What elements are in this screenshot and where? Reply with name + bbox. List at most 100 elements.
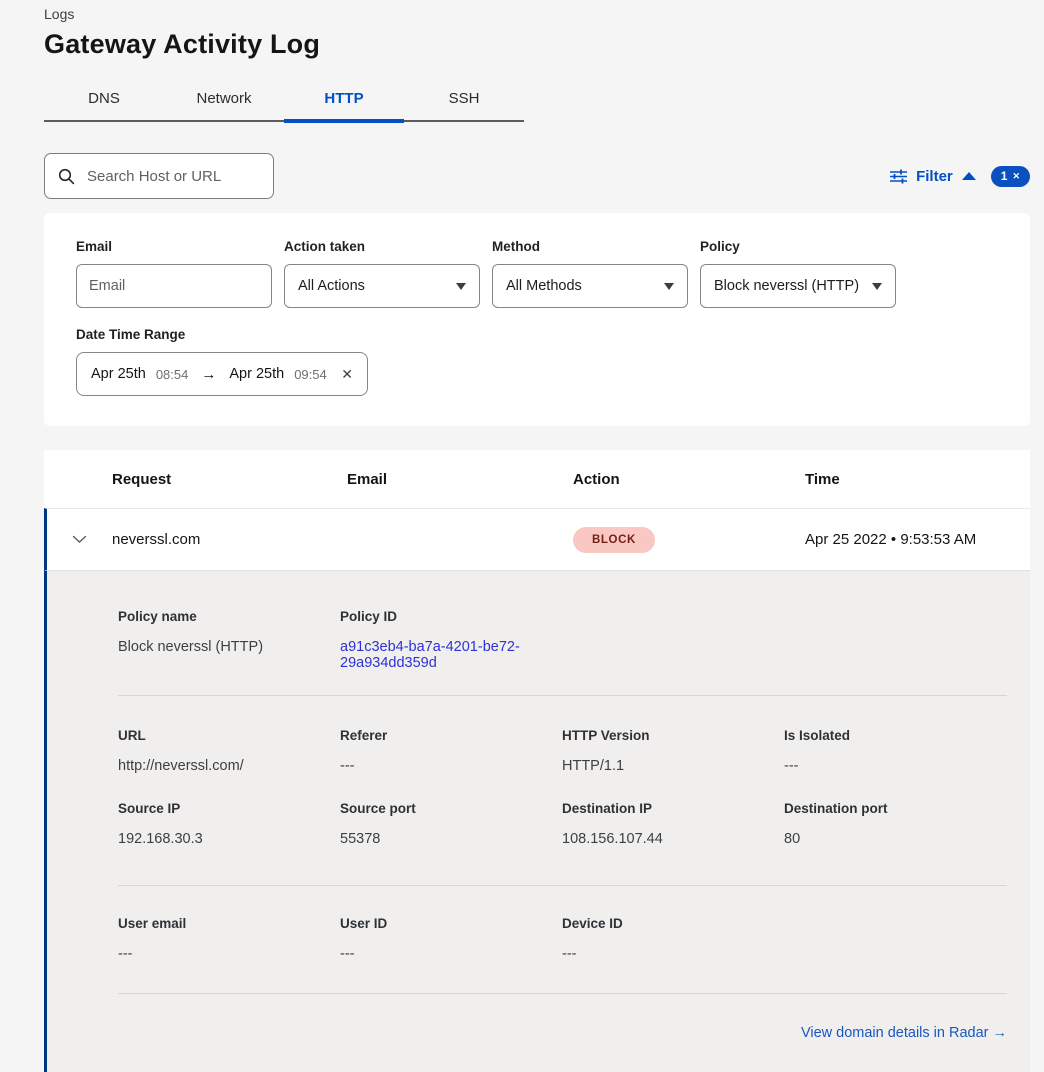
email-filter-label: Email [76, 239, 272, 254]
source-ip-label: Source IP [118, 801, 340, 816]
method-label: Method [492, 239, 688, 254]
action-taken-field: Action taken All Actions [284, 239, 480, 308]
filter-sliders-icon [890, 169, 907, 184]
referer-item: Referer --- [340, 728, 562, 774]
email-filter-input[interactable] [76, 264, 272, 308]
end-time: 09:54 [294, 367, 327, 382]
col-email: Email [347, 471, 573, 488]
device-id-label: Device ID [562, 916, 784, 931]
chevron-down-icon [872, 283, 882, 290]
filter-panel: Email Action taken All Actions Method Al… [44, 213, 1030, 426]
destination-ip-label: Destination IP [562, 801, 784, 816]
clear-filters-icon: ✕ [1012, 171, 1020, 182]
filter-count: 1 [1001, 169, 1008, 183]
policy-name-label: Policy name [118, 609, 340, 624]
referer-value: --- [340, 758, 562, 774]
url-item: URL http://neverssl.com/ [118, 728, 340, 774]
date-range-field: Date Time Range Apr 25th 08:54 → Apr 25t… [76, 327, 998, 396]
caret-up-icon [962, 172, 976, 180]
action-taken-label: Action taken [284, 239, 480, 254]
device-id-value: --- [562, 946, 784, 962]
user-id-label: User ID [340, 916, 562, 931]
tab-ssh[interactable]: SSH [404, 80, 524, 120]
action-taken-value: All Actions [298, 278, 365, 294]
chevron-down-icon [664, 283, 674, 290]
chevron-down-icon [456, 283, 466, 290]
toolbar: Filter 1 ✕ [44, 153, 1030, 199]
policy-label: Policy [700, 239, 896, 254]
user-email-label: User email [118, 916, 340, 931]
referer-label: Referer [340, 728, 562, 743]
user-id-item: User ID --- [340, 916, 562, 962]
search-input[interactable] [85, 167, 260, 186]
method-select[interactable]: All Methods [492, 264, 688, 308]
policy-name-item: Policy name Block neverssl (HTTP) [118, 609, 340, 671]
destination-ip-item: Destination IP 108.156.107.44 [562, 801, 784, 847]
is-isolated-label: Is Isolated [784, 728, 1007, 743]
row-expand-button[interactable] [47, 535, 112, 544]
filter-count-badge[interactable]: 1 ✕ [991, 166, 1030, 187]
log-row[interactable]: neverssl.com BLOCK Apr 25 2022 • 9:53:53… [44, 508, 1030, 570]
filter-label: Filter [916, 168, 953, 185]
col-request: Request [112, 471, 347, 488]
col-time: Time [805, 471, 1030, 488]
chevron-down-icon [72, 535, 87, 544]
date-range-input[interactable]: Apr 25th 08:54 → Apr 25th 09:54 ✕ [76, 352, 368, 396]
divider [118, 885, 1007, 886]
source-port-label: Source port [340, 801, 562, 816]
source-ip-item: Source IP 192.168.30.3 [118, 801, 340, 847]
policy-select[interactable]: Block neverssl (HTTP) [700, 264, 896, 308]
col-action: Action [573, 471, 805, 488]
user-email-value: --- [118, 946, 340, 962]
block-status-badge: BLOCK [573, 527, 655, 553]
policy-id-label: Policy ID [340, 609, 562, 624]
user-id-value: --- [340, 946, 562, 962]
activity-log-table: Request Email Action Time neverssl.com B… [44, 450, 1030, 1072]
user-email-item: User email --- [118, 916, 340, 962]
date-range-label: Date Time Range [76, 327, 998, 342]
tab-dns[interactable]: DNS [44, 80, 164, 120]
arrow-right-icon: → [198, 366, 219, 383]
request-cell: neverssl.com [112, 531, 347, 548]
time-cell: Apr 25 2022 • 9:53:53 AM [805, 531, 1030, 548]
url-value: http://neverssl.com/ [118, 758, 340, 774]
end-date: Apr 25th [229, 366, 284, 382]
divider [118, 993, 1007, 994]
filter-toggle[interactable]: Filter 1 ✕ [890, 166, 1030, 187]
radar-link[interactable]: View domain details in Radar → [801, 1025, 1007, 1041]
tab-http[interactable]: HTTP [284, 80, 404, 120]
divider [118, 695, 1007, 696]
expanded-row-details: Policy name Block neverssl (HTTP) Policy… [44, 570, 1030, 1072]
policy-id-item: Policy ID a91c3eb4-ba7a-4201-be72-29a934… [340, 609, 562, 671]
table-header: Request Email Action Time [44, 450, 1030, 508]
url-label: URL [118, 728, 340, 743]
source-ip-value: 192.168.30.3 [118, 831, 340, 847]
search-box[interactable] [44, 153, 274, 199]
action-cell: BLOCK [573, 527, 805, 553]
policy-value: Block neverssl (HTTP) [714, 278, 859, 294]
http-version-value: HTTP/1.1 [562, 758, 784, 774]
breadcrumb: Logs [44, 6, 1030, 22]
email-filter-field: Email [76, 239, 272, 308]
log-type-tabs: DNS Network HTTP SSH [44, 80, 524, 122]
search-icon [58, 168, 75, 185]
is-isolated-item: Is Isolated --- [784, 728, 1007, 774]
device-id-item: Device ID --- [562, 916, 784, 962]
clear-date-icon[interactable]: ✕ [341, 366, 353, 383]
start-date: Apr 25th [91, 366, 146, 382]
action-taken-select[interactable]: All Actions [284, 264, 480, 308]
destination-ip-value: 108.156.107.44 [562, 831, 784, 847]
destination-port-item: Destination port 80 [784, 801, 1007, 847]
tab-network[interactable]: Network [164, 80, 284, 120]
method-field: Method All Methods [492, 239, 688, 308]
method-value: All Methods [506, 278, 582, 294]
page-title: Gateway Activity Log [44, 29, 1030, 60]
policy-field: Policy Block neverssl (HTTP) [700, 239, 896, 308]
start-time: 08:54 [156, 367, 189, 382]
source-port-value: 55378 [340, 831, 562, 847]
policy-name-value: Block neverssl (HTTP) [118, 639, 340, 655]
policy-id-link[interactable]: a91c3eb4-ba7a-4201-be72-29a934dd359d [340, 639, 538, 671]
source-port-item: Source port 55378 [340, 801, 562, 847]
destination-port-label: Destination port [784, 801, 1007, 816]
http-version-label: HTTP Version [562, 728, 784, 743]
